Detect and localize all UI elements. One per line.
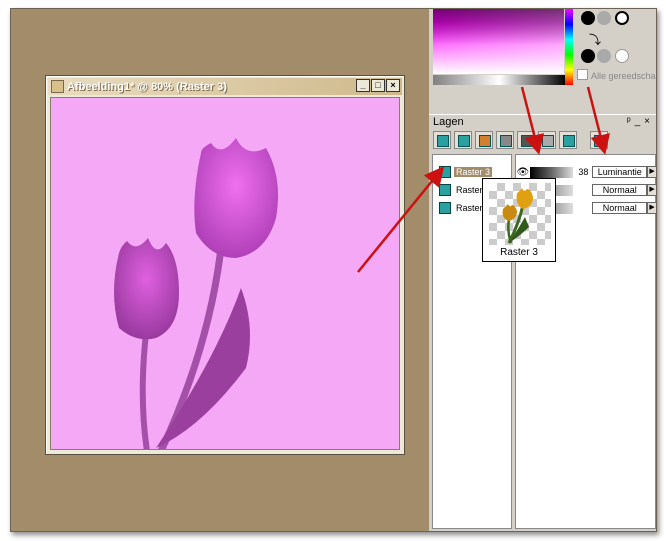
swap-arrow-icon[interactable]: ⤵	[589, 31, 601, 48]
close-button[interactable]: ×	[386, 79, 400, 92]
bg-texture-icon[interactable]	[597, 49, 611, 63]
thumbnail-image	[489, 183, 551, 245]
workspace: Afbeelding1* @ 80% (Raster 3) _ □ ×	[11, 9, 429, 531]
image-window-titlebar[interactable]: Afbeelding1* @ 80% (Raster 3) _ □ ×	[48, 78, 402, 95]
color-picker-shade	[433, 9, 564, 74]
grayscale-bar[interactable]	[433, 75, 566, 85]
right-panel: ⤵ Alle gereedschap Lagen ᵖ _ × Raster 3 …	[429, 9, 656, 531]
all-tools-label: Alle gereedschap	[591, 71, 657, 81]
blend-mode-select[interactable]: Normaal	[592, 202, 648, 214]
image-window[interactable]: Afbeelding1* @ 80% (Raster 3) _ □ ×	[45, 75, 405, 455]
opacity-slider[interactable]	[529, 166, 573, 178]
duplicate-layer-button[interactable]	[559, 131, 577, 149]
app-icon	[51, 80, 64, 93]
layer-name: Raster	[454, 185, 485, 195]
background-swatch[interactable]	[581, 49, 595, 63]
layer-thumbnail-tooltip: Raster 3	[482, 178, 556, 262]
dropdown-arrow-icon[interactable]: ▶	[647, 202, 656, 214]
layer-icon	[439, 202, 451, 214]
thumbnail-tulips	[502, 188, 533, 244]
layer-icon	[439, 166, 451, 178]
blend-mode-select[interactable]: Normaal	[592, 184, 648, 196]
foreground-swatch[interactable]	[581, 11, 595, 25]
image-window-title: Afbeelding1* @ 80% (Raster 3)	[67, 80, 227, 93]
min-icon[interactable]: _	[635, 116, 641, 127]
all-tools-checkbox[interactable]: Alle gereedschap	[577, 69, 657, 81]
layer-name: Raster	[454, 203, 485, 213]
pin-icon[interactable]: ᵖ	[627, 116, 631, 127]
layers-toolbar	[429, 131, 656, 153]
new-art-layer-button[interactable]	[475, 131, 493, 149]
texture-icon[interactable]	[597, 11, 611, 25]
tulip-image	[114, 138, 279, 449]
image-canvas[interactable]	[50, 97, 400, 450]
layers-header: Lagen ᵖ _ ×	[429, 114, 656, 130]
blend-mode-select[interactable]: Luminantie	[592, 166, 648, 178]
tooltip-caption: Raster 3	[500, 247, 538, 258]
dropdown-arrow-icon[interactable]: ▶	[647, 184, 656, 196]
maximize-button[interactable]: □	[371, 79, 385, 92]
no-fill-icon[interactable]	[615, 11, 629, 25]
eye-icon[interactable]: 👁	[516, 167, 530, 178]
checkbox-box[interactable]	[577, 69, 588, 80]
layer-properties-button[interactable]	[590, 131, 608, 149]
hue-bar[interactable]	[565, 9, 573, 85]
mask-button[interactable]	[496, 131, 514, 149]
delete-layer-button[interactable]	[538, 131, 556, 149]
new-raster-layer-button[interactable]	[433, 131, 451, 149]
layer-icon	[439, 184, 451, 196]
opacity-value: 38	[578, 167, 589, 177]
app-frame: Afbeelding1* @ 80% (Raster 3) _ □ × ⤵ Al…	[10, 8, 657, 532]
new-vector-layer-button[interactable]	[454, 131, 472, 149]
minimize-button[interactable]: _	[356, 79, 370, 92]
bg-no-fill-icon[interactable]	[615, 49, 629, 63]
layer-name: Raster 3	[454, 167, 493, 177]
dropdown-arrow-icon[interactable]: ▶	[647, 166, 656, 178]
layers-title: Lagen	[433, 116, 464, 128]
close-icon[interactable]: ×	[644, 116, 650, 127]
adjustment-layer-button[interactable]	[517, 131, 535, 149]
